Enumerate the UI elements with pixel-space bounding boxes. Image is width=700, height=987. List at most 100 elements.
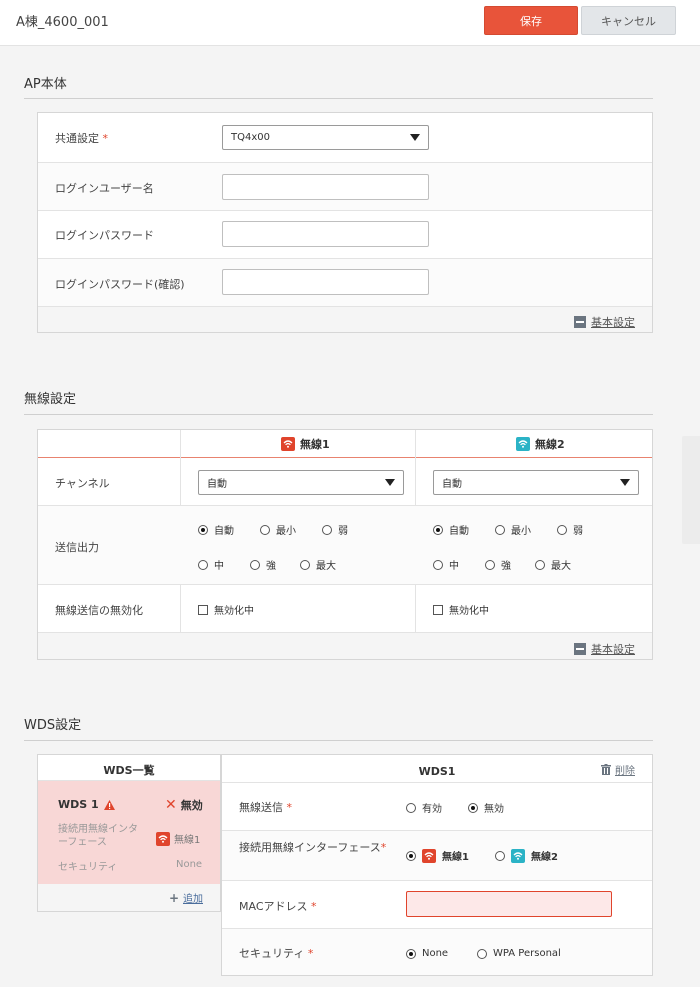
wds-add-link[interactable]: + 追加 xyxy=(169,890,203,906)
wds-security-none[interactable]: None xyxy=(406,948,448,959)
wds-tx-off[interactable]: 無効 xyxy=(468,800,504,815)
wds-item-security-value: None xyxy=(176,859,203,870)
power2-strong[interactable]: 強 xyxy=(485,557,511,572)
channel-value-2: 自動 xyxy=(442,479,462,490)
required-mark: * xyxy=(102,132,109,145)
common-setting-select[interactable]: TQ4x00 xyxy=(222,125,429,150)
required-mark: * xyxy=(311,900,317,913)
power2-max[interactable]: 最大 xyxy=(535,557,571,572)
wds-security-wpa[interactable]: WPA Personal xyxy=(477,948,561,959)
wireless-panel-footer: 基本設定 xyxy=(38,633,652,659)
disable-label: 無線送信の無効化 xyxy=(55,604,143,617)
wds-security-label: セキュリティ xyxy=(239,947,305,960)
add-label: 追加 xyxy=(183,894,203,905)
required-mark: * xyxy=(307,947,314,960)
login-pass-row: ログインパスワード xyxy=(38,211,652,259)
wds-detail-header: WDS1 削除 xyxy=(222,755,652,783)
wds-item-name: WDS 1 xyxy=(58,798,99,811)
wds-item-iface-value: 無線1 xyxy=(174,835,201,846)
wifi-icon xyxy=(511,848,525,863)
power1-max[interactable]: 最大 xyxy=(300,557,336,572)
header-bar: A棟_4600_001 保存 キャンセル xyxy=(0,0,700,46)
close-icon: ✕ xyxy=(165,797,177,813)
wireless2-header: 無線2 xyxy=(516,436,565,452)
ap-basic-settings-link[interactable]: 基本設定 xyxy=(574,314,635,330)
wds-list-header: WDS一覧 xyxy=(38,755,220,781)
power1-min[interactable]: 最小 xyxy=(260,522,296,537)
login-user-input[interactable] xyxy=(222,174,429,200)
collapse-icon xyxy=(574,316,586,328)
save-button[interactable]: 保存 xyxy=(484,6,578,35)
ap-panel-footer: 基本設定 xyxy=(38,307,652,332)
disable-checkbox-1[interactable]: 無効化中 xyxy=(198,602,254,617)
basic-settings-label: 基本設定 xyxy=(591,643,635,656)
wds-tx-row: 無線送信 * 有効 無効 xyxy=(222,783,652,831)
delete-link[interactable]: 削除 xyxy=(601,762,635,777)
disable-checkbox-2[interactable]: 無効化中 xyxy=(433,602,489,617)
power1-strong[interactable]: 強 xyxy=(250,557,276,572)
power2-weak[interactable]: 弱 xyxy=(557,522,583,537)
login-pass-input[interactable] xyxy=(222,221,429,247)
channel-select-1[interactable]: 自動 xyxy=(198,470,404,495)
wireless-basic-settings-link[interactable]: 基本設定 xyxy=(574,641,635,657)
ap-section-title: AP本体 xyxy=(24,77,67,92)
chevron-down-icon xyxy=(620,479,630,486)
wds-item-status: 無効 xyxy=(180,799,203,812)
login-pass-confirm-input[interactable] xyxy=(222,269,429,295)
power2-auto[interactable]: 自動 xyxy=(433,522,469,537)
power1-weak[interactable]: 弱 xyxy=(322,522,348,537)
mac-address-input[interactable] xyxy=(406,891,612,917)
common-setting-value: TQ4x00 xyxy=(231,132,270,143)
power-row: 送信出力 自動 最小 弱 中 強 最大 自動 最小 弱 中 強 最大 xyxy=(38,506,652,585)
login-pass-label: ログインパスワード xyxy=(55,229,154,242)
wireless1-header-label: 無線1 xyxy=(300,438,330,451)
wds-list-panel: WDS一覧 WDS 1 ✕ 無効 接続用無線インターフェース 無線1 セキュリテ… xyxy=(37,754,221,912)
power1-auto[interactable]: 自動 xyxy=(198,522,234,537)
login-user-row: ログインユーザー名 xyxy=(38,163,652,211)
login-user-label: ログインユーザー名 xyxy=(55,182,154,195)
delete-label: 削除 xyxy=(615,766,635,777)
wifi-icon xyxy=(516,437,530,451)
divider xyxy=(24,740,653,741)
power2-min[interactable]: 最小 xyxy=(495,522,531,537)
wireless1-header: 無線1 xyxy=(281,436,330,452)
wds-detail-title: WDS1 xyxy=(418,765,456,778)
power1-mid[interactable]: 中 xyxy=(198,557,224,572)
wds-tx-on[interactable]: 有効 xyxy=(406,800,442,815)
wireless-section-title: 無線設定 xyxy=(24,392,77,407)
channel-row: チャンネル 自動 自動 xyxy=(38,458,652,506)
ap-panel: 共通設定 * TQ4x00 ログインユーザー名 ログインパスワード ログインパス… xyxy=(37,112,653,333)
divider xyxy=(24,98,653,99)
channel-value-1: 自動 xyxy=(207,479,227,490)
login-pass-confirm-row: ログインパスワード(確認) xyxy=(38,259,652,307)
trash-icon xyxy=(601,764,611,775)
wifi-icon xyxy=(156,831,170,846)
wds-iface-opt1[interactable]: 無線1 xyxy=(406,848,469,863)
power-label: 送信出力 xyxy=(55,541,99,554)
common-setting-row: 共通設定 * TQ4x00 xyxy=(38,113,652,163)
disable-row: 無線送信の無効化 無効化中 無効化中 xyxy=(38,585,652,633)
wds-section-title: WDS設定 xyxy=(24,718,82,733)
cancel-button[interactable]: キャンセル xyxy=(581,6,676,35)
divider xyxy=(24,414,653,415)
collapse-icon xyxy=(574,643,586,655)
wds-mac-label: MACアドレス xyxy=(239,900,308,913)
required-mark: * xyxy=(286,801,293,814)
channel-select-2[interactable]: 自動 xyxy=(433,470,639,495)
wds-item-iface-label: 接続用無線インターフェース xyxy=(58,824,138,848)
scroll-handle[interactable] xyxy=(682,436,700,544)
warning-icon xyxy=(103,799,115,810)
wds-tx-label: 無線送信 xyxy=(239,801,283,814)
wds-list-item[interactable]: WDS 1 ✕ 無効 接続用無線インターフェース 無線1 セキュリティ None xyxy=(38,781,220,884)
wds-iface-opt2[interactable]: 無線2 xyxy=(495,848,558,863)
common-setting-label: 共通設定 xyxy=(55,132,99,145)
basic-settings-label: 基本設定 xyxy=(591,316,635,329)
power2-mid[interactable]: 中 xyxy=(433,557,459,572)
required-mark: * xyxy=(380,841,387,854)
wds-iface-label: 接続用無線インターフェース xyxy=(239,841,381,854)
wds-security-row: セキュリティ * None WPA Personal xyxy=(222,929,652,975)
wireless-header-row: 無線1 無線2 xyxy=(38,430,652,458)
chevron-down-icon xyxy=(410,134,420,141)
wds-mac-row: MACアドレス * xyxy=(222,881,652,929)
wifi-icon xyxy=(281,437,295,451)
